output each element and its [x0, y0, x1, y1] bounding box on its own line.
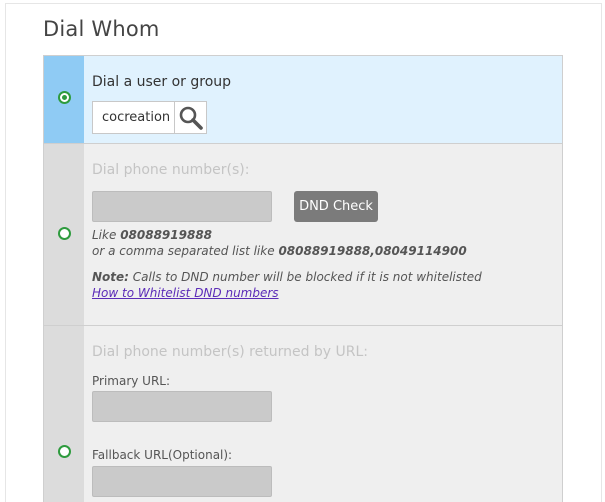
phone-numbers-label: Dial phone number(s): [92, 162, 250, 178]
whitelist-dnd-link[interactable]: How to Whitelist DND numbers [92, 286, 279, 300]
section-title: Dial Whom [43, 17, 160, 41]
note-label: Note: [92, 270, 129, 284]
hint-like-example: 08088919888 [120, 228, 213, 242]
magnifier-icon [179, 106, 203, 130]
search-button[interactable] [174, 102, 206, 133]
user-group-label: Dial a user or group [92, 74, 232, 90]
note-text: Calls to DND number will be blocked if i… [132, 270, 482, 284]
radio-phone-numbers[interactable] [58, 227, 71, 240]
option-body: Dial a user or group cocreation [84, 56, 562, 143]
hint-list: or a comma separated list like 080889198… [92, 244, 467, 258]
hint-list-example: 08088919888,08049114900 [278, 244, 467, 258]
option-user-group[interactable]: Dial a user or group cocreation [44, 56, 562, 144]
dial-options-group: Dial a user or group cocreation Dial pho… [43, 55, 563, 502]
search-input[interactable]: cocreation [93, 102, 174, 133]
hint-list-prefix: or a comma separated list like [92, 244, 275, 258]
primary-url-input[interactable] [92, 391, 272, 422]
hint-single: Like 08088919888 [92, 228, 212, 242]
fallback-url-label: Fallback URL(Optional): [92, 448, 233, 462]
url-option-label: Dial phone number(s) returned by URL: [92, 344, 369, 360]
option-gutter[interactable] [44, 56, 84, 143]
radio-user-group[interactable] [58, 91, 71, 104]
user-group-search[interactable]: cocreation [92, 101, 207, 134]
option-body: Dial phone number(s): DND Check Like 080… [84, 144, 562, 325]
option-body: Dial phone number(s) returned by URL: Pr… [84, 326, 562, 502]
option-phone-numbers[interactable]: Dial phone number(s): DND Check Like 080… [44, 144, 562, 326]
dnd-check-button[interactable]: DND Check [294, 191, 378, 222]
hint-like-prefix: Like [92, 228, 117, 242]
option-url[interactable]: Dial phone number(s) returned by URL: Pr… [44, 326, 562, 502]
phone-number-input[interactable] [92, 191, 272, 222]
primary-url-label: Primary URL: [92, 374, 171, 388]
radio-url[interactable] [58, 445, 71, 458]
option-gutter[interactable] [44, 144, 84, 325]
option-gutter[interactable] [44, 326, 84, 502]
dnd-note: Note: Calls to DND number will be blocke… [92, 270, 482, 284]
fallback-url-input[interactable] [92, 466, 272, 497]
